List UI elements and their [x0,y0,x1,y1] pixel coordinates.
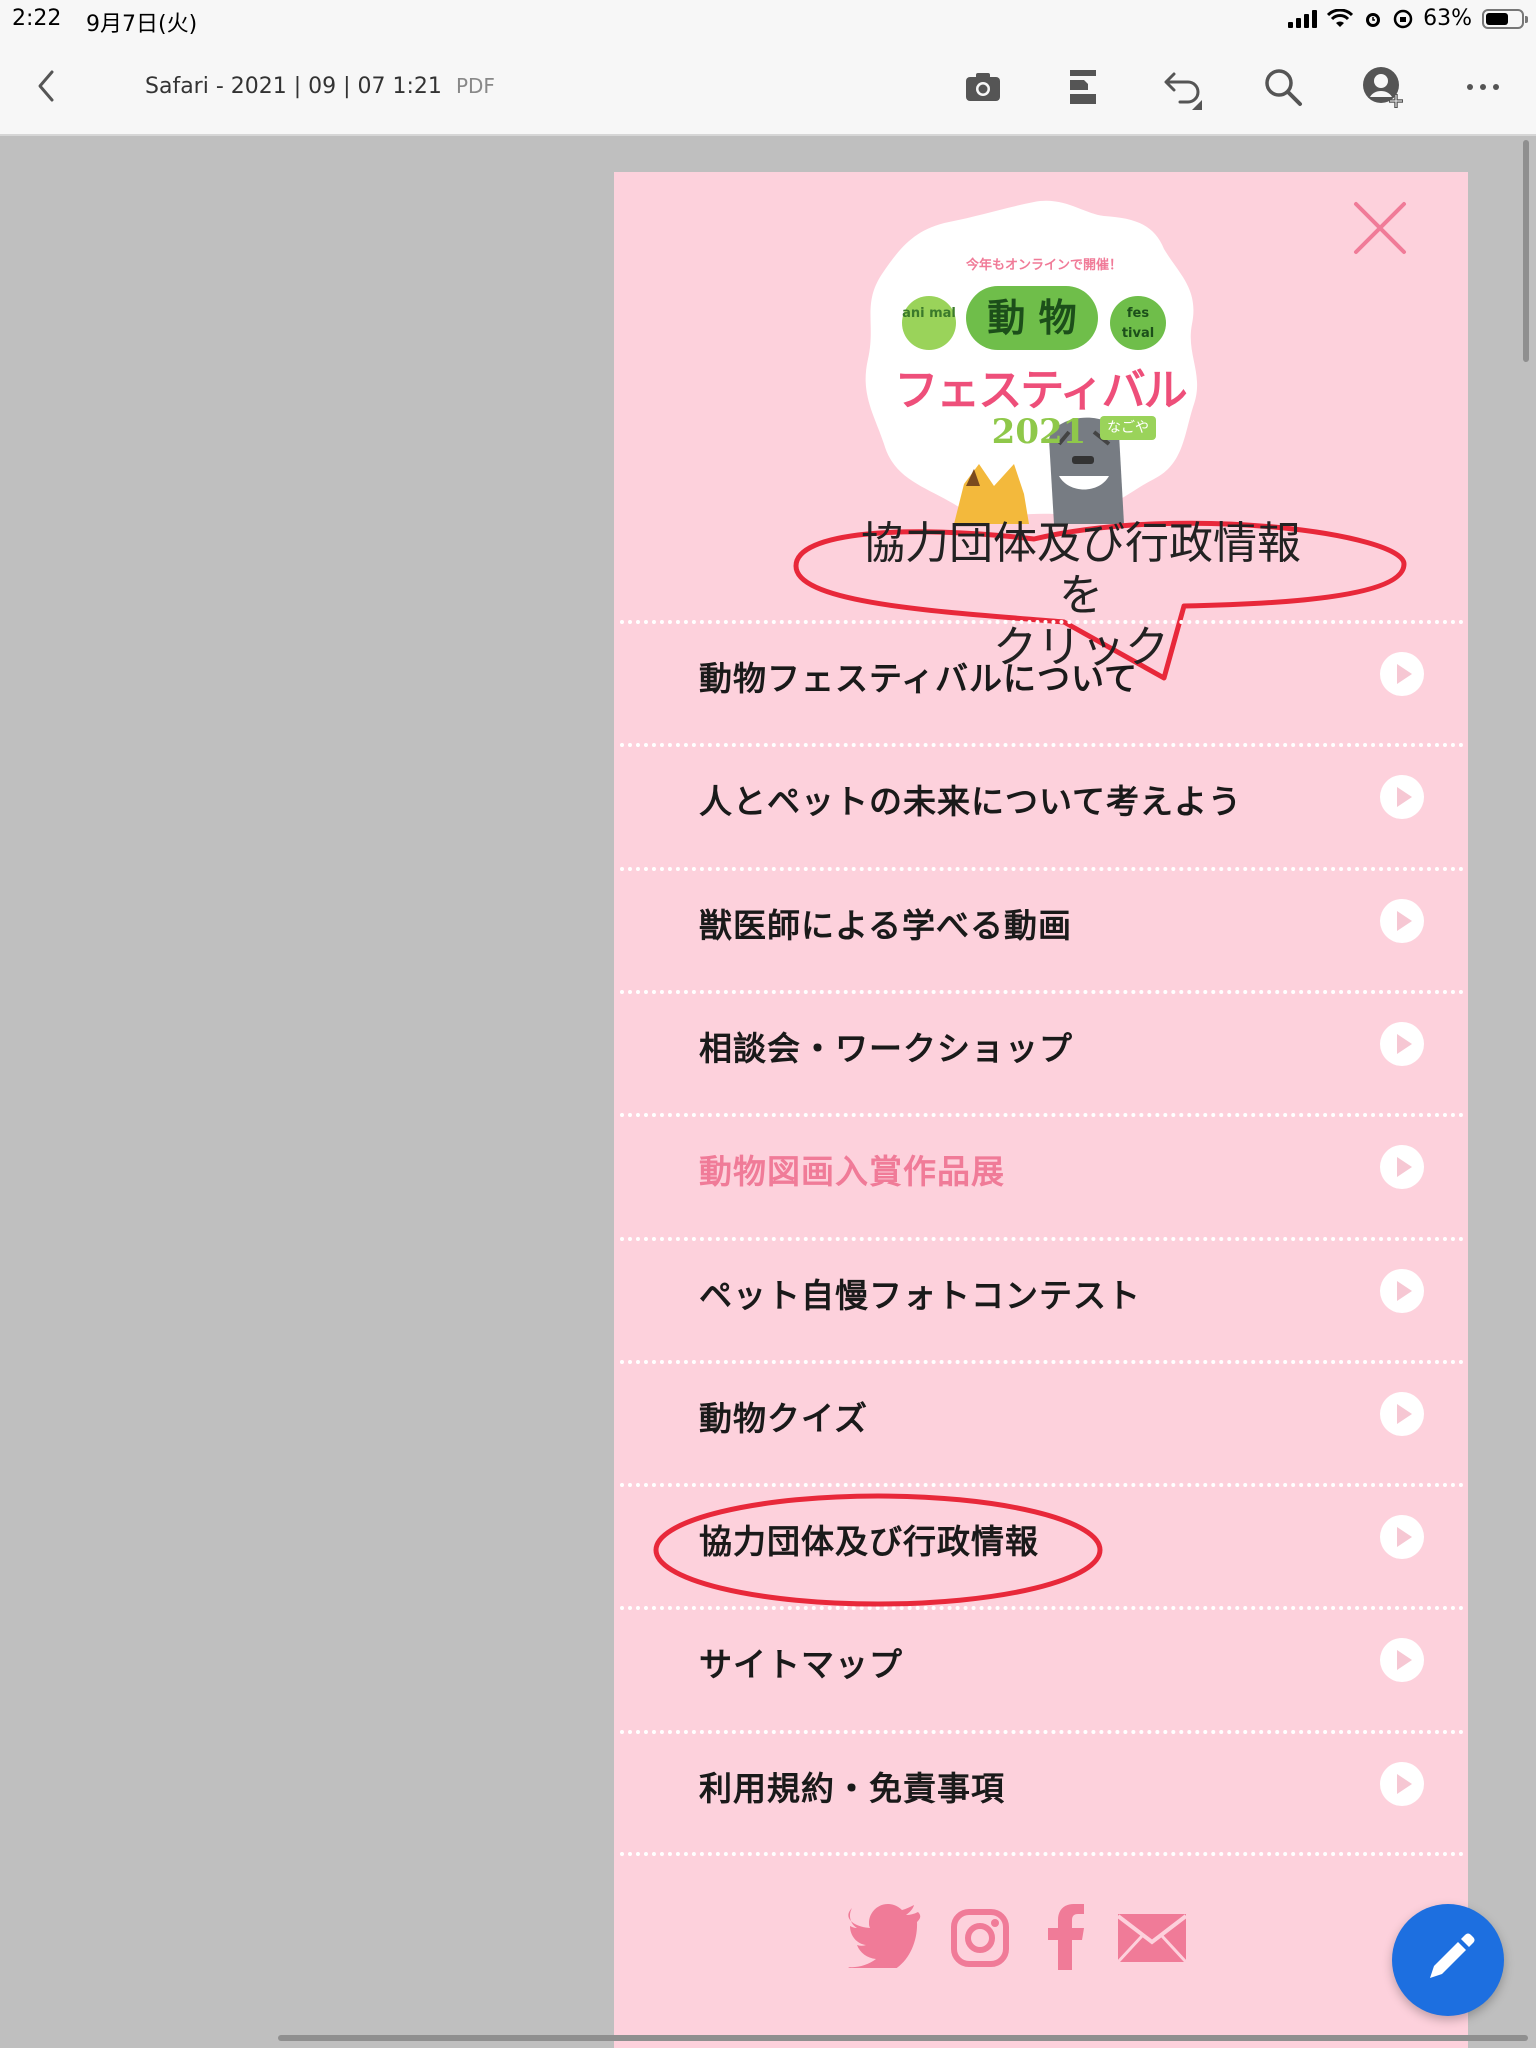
logo-right-badge: fes tival [1110,296,1166,350]
mail-icon[interactable] [1116,1912,1188,1964]
vertical-scrollbar[interactable] [1523,140,1529,362]
document-title: Safari - 2021 | 09 | 07 1:21 PDF [145,74,495,99]
instagram-icon[interactable] [950,1908,1010,1968]
highlight-oval-annotation [653,1493,1103,1607]
wifi-icon [1327,8,1354,27]
page-layout-icon[interactable] [1060,64,1106,110]
cellular-signal-icon [1288,9,1318,28]
orientation-lock-icon [1393,9,1413,28]
play-arrow-icon[interactable] [1380,1515,1424,1559]
facebook-icon[interactable] [1046,1904,1086,1970]
menu-divider [620,1113,1464,1117]
camera-icon[interactable] [960,64,1006,110]
pencil-icon [1430,1933,1475,1978]
play-arrow-icon[interactable] [1380,1022,1424,1066]
menu-item[interactable]: 獣医師による学べる動画 [614,867,1468,990]
play-arrow-icon[interactable] [1380,899,1424,943]
menu-item-label: 利用規約・免責事項 [699,1769,1005,1808]
more-icon[interactable] [1460,64,1506,110]
play-arrow-icon[interactable] [1380,1392,1424,1436]
menu-divider [620,743,1464,747]
edit-button[interactable] [1392,1904,1504,2016]
callout-line-1: 協力団体及び行政情報を [861,518,1301,621]
menu-item[interactable]: ペット自慢フォトコンテスト [614,1237,1468,1360]
play-arrow-icon[interactable] [1380,1269,1424,1313]
logo-city: なごや [1100,416,1156,440]
logo-title-line2: フェスティバル [894,365,1187,416]
menu-item-label: 獣医師による学べる動画 [699,906,1073,945]
search-icon[interactable] [1260,64,1306,110]
back-chevron-icon[interactable] [28,66,64,106]
festival-logo: 今年もオンラインで開催！ ani mal 動 物 fes tival フェスティ… [854,194,1214,524]
pdf-page: 今年もオンラインで開催！ ani mal 動 物 fes tival フェスティ… [614,172,1468,2048]
menu-item[interactable]: 動物フェスティバルについて [614,620,1468,743]
menu-item-label: ペット自慢フォトコンテスト [699,1276,1141,1315]
battery-icon [1482,8,1528,29]
play-arrow-icon[interactable] [1380,1762,1424,1806]
status-date: 9月7日(火) [86,12,198,37]
menu-item[interactable]: 人とペットの未来について考えよう [614,743,1468,866]
logo-left-badge: ani mal [902,296,956,350]
menu-divider [620,620,1464,624]
status-indicators: 63% [1288,6,1528,31]
menu-divider [620,1730,1464,1734]
menu-item-label: 動物クイズ [699,1399,869,1438]
play-arrow-icon[interactable] [1380,1145,1424,1189]
add-user-icon[interactable] [1360,64,1406,110]
alarm-icon [1366,12,1381,27]
menu-item[interactable]: 相談会・ワークショップ [614,990,1468,1113]
menu-item-label: 動物図画入賞作品展 [699,1152,1005,1191]
close-icon[interactable] [1350,198,1410,258]
battery-percent: 63% [1423,6,1472,31]
menu-divider [620,1360,1464,1364]
menu-divider [620,1237,1464,1241]
status-bar: 2:22 9月7日(火) 63% [0,0,1536,40]
document-name: Safari - 2021 | 09 | 07 1:21 [145,74,442,99]
menu-divider [620,867,1464,871]
status-time: 2:22 [12,6,62,31]
logo-tagline: 今年もオンラインで開催！ [965,258,1122,273]
menu-divider [620,1483,1464,1487]
play-arrow-icon[interactable] [1380,1638,1424,1682]
menu-item-label: サイトマップ [699,1645,903,1684]
menu-divider [620,990,1464,994]
pdf-toolbar: Safari - 2021 | 09 | 07 1:21 PDF [0,40,1536,136]
play-arrow-icon[interactable] [1380,775,1424,819]
menu-divider [620,1852,1464,1856]
menu-item[interactable]: 動物図画入賞作品展 [614,1113,1468,1236]
logo-title-line1: 動 物 [966,286,1098,350]
logo-year: 2021 [991,412,1087,452]
play-arrow-icon[interactable] [1380,652,1424,696]
social-links [848,1904,1228,1976]
horizontal-scrollbar[interactable] [278,2035,1528,2041]
menu-item[interactable]: 動物クイズ [614,1360,1468,1483]
undo-icon[interactable] [1160,64,1206,110]
menu-item-label: 相談会・ワークショップ [699,1029,1073,1068]
menu-item[interactable]: サイトマップ [614,1606,1468,1729]
menu-item-label: 動物フェスティバルについて [699,659,1139,698]
twitter-icon[interactable] [848,1904,922,1968]
document-type: PDF [455,74,495,98]
menu-item[interactable]: 利用規約・免責事項 [614,1730,1468,1853]
menu-item-label: 人とペットの未来について考えよう [699,782,1243,821]
